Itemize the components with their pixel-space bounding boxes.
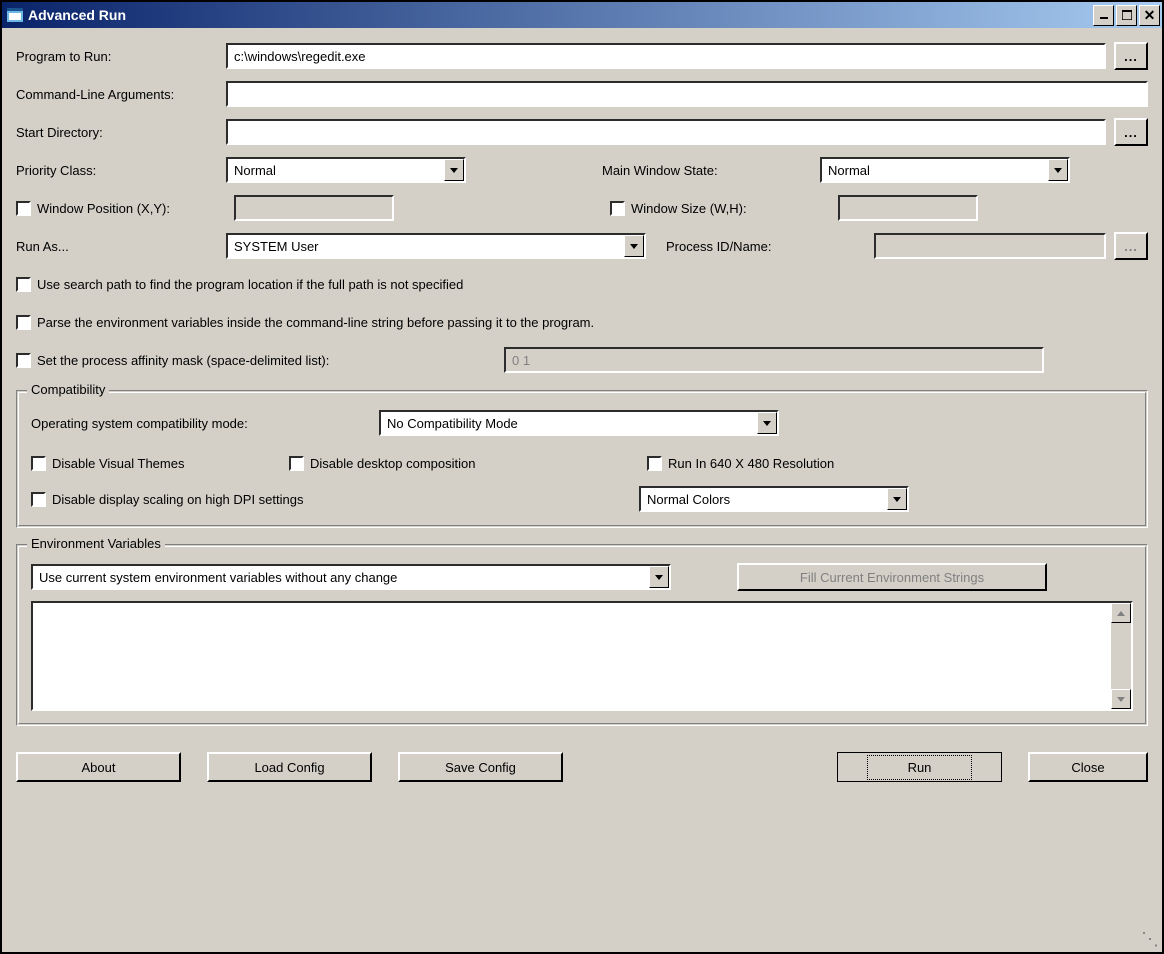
compatmode-select[interactable]: No Compatibility Mode [379, 410, 779, 436]
envvars-legend: Environment Variables [27, 536, 165, 551]
procid-browse-button: ... [1114, 232, 1148, 260]
bottom-button-bar: About Load Config Save Config Run Close [16, 736, 1148, 782]
disabledpi-checkbox[interactable]: Disable display scaling on high DPI sett… [31, 492, 631, 507]
checkbox-icon [16, 277, 31, 292]
program-label: Program to Run: [16, 49, 218, 64]
scroll-up-button[interactable] [1111, 603, 1131, 623]
startdir-label: Start Directory: [16, 125, 218, 140]
compatibility-legend: Compatibility [27, 382, 109, 397]
searchpath-checkbox[interactable]: Use search path to find the program loca… [16, 277, 463, 292]
checkbox-icon [31, 456, 46, 471]
affinity-checkbox[interactable]: Set the process affinity mask (space-del… [16, 353, 496, 368]
winstate-label: Main Window State: [602, 163, 812, 178]
close-button[interactable]: ✕ [1139, 5, 1160, 26]
titlebar: Advanced Run ✕ [2, 2, 1162, 28]
scroll-down-button[interactable] [1111, 689, 1131, 709]
checkbox-icon [16, 315, 31, 330]
envmode-select[interactable]: Use current system environment variables… [31, 564, 671, 590]
winpos-input [234, 195, 394, 221]
window: Advanced Run ✕ Program to Run: ... Comma… [0, 0, 1164, 954]
priority-label: Priority Class: [16, 163, 218, 178]
envvars-textarea[interactable] [31, 601, 1133, 711]
priority-value: Normal [228, 163, 444, 178]
chevron-down-icon [757, 412, 777, 434]
winstate-select[interactable]: Normal [820, 157, 1070, 183]
checkbox-icon [16, 201, 31, 216]
checkbox-icon [31, 492, 46, 507]
winpos-checkbox[interactable]: Window Position (X,Y): [16, 201, 226, 216]
parseenv-label: Parse the environment variables inside t… [37, 315, 594, 330]
maximize-button[interactable] [1116, 5, 1137, 26]
compatmode-label: Operating system compatibility mode: [31, 416, 371, 431]
envmode-value: Use current system environment variables… [33, 570, 649, 585]
program-browse-button[interactable]: ... [1114, 42, 1148, 70]
fillenv-button: Fill Current Environment Strings [737, 563, 1047, 591]
chevron-down-icon [1048, 159, 1068, 181]
startdir-input[interactable] [226, 119, 1106, 145]
procid-input [874, 233, 1106, 259]
chevron-down-icon [624, 235, 644, 257]
run640-checkbox[interactable]: Run In 640 X 480 Resolution [647, 456, 834, 471]
affinity-label: Set the process affinity mask (space-del… [37, 353, 329, 368]
colors-value: Normal Colors [641, 492, 887, 507]
winsize-label: Window Size (W,H): [631, 201, 747, 216]
chevron-down-icon [649, 566, 669, 588]
disablecomp-label: Disable desktop composition [310, 456, 475, 471]
titlebar-buttons: ✕ [1093, 5, 1160, 26]
run-button[interactable]: Run [837, 752, 1002, 782]
procid-label: Process ID/Name: [666, 239, 866, 254]
disabledpi-label: Disable display scaling on high DPI sett… [52, 492, 303, 507]
disablecomp-checkbox[interactable]: Disable desktop composition [289, 456, 639, 471]
saveconfig-button[interactable]: Save Config [398, 752, 563, 782]
about-button[interactable]: About [16, 752, 181, 782]
run640-label: Run In 640 X 480 Resolution [668, 456, 834, 471]
chevron-down-icon [887, 488, 907, 510]
args-label: Command-Line Arguments: [16, 87, 218, 102]
runas-label: Run As... [16, 239, 218, 254]
searchpath-label: Use search path to find the program loca… [37, 277, 463, 292]
args-input[interactable] [226, 81, 1148, 107]
resize-grip[interactable] [1143, 933, 1159, 949]
startdir-browse-button[interactable]: ... [1114, 118, 1148, 146]
affinity-input [504, 347, 1044, 373]
disablethemes-checkbox[interactable]: Disable Visual Themes [31, 456, 281, 471]
winpos-label: Window Position (X,Y): [37, 201, 170, 216]
parseenv-checkbox[interactable]: Parse the environment variables inside t… [16, 315, 594, 330]
content-area: Program to Run: ... Command-Line Argumen… [2, 28, 1162, 952]
chevron-down-icon [444, 159, 464, 181]
checkbox-icon [610, 201, 625, 216]
app-icon [6, 7, 24, 23]
compatmode-value: No Compatibility Mode [381, 416, 757, 431]
minimize-button[interactable] [1093, 5, 1114, 26]
window-title: Advanced Run [28, 7, 1093, 23]
checkbox-icon [647, 456, 662, 471]
colors-select[interactable]: Normal Colors [639, 486, 909, 512]
winsize-input [838, 195, 978, 221]
compatibility-group: Compatibility Operating system compatibi… [16, 390, 1148, 528]
winsize-checkbox[interactable]: Window Size (W,H): [610, 201, 830, 216]
checkbox-icon [16, 353, 31, 368]
runas-value: SYSTEM User [228, 239, 624, 254]
scrollbar[interactable] [1111, 603, 1131, 709]
program-input[interactable] [226, 43, 1106, 69]
loadconfig-button[interactable]: Load Config [207, 752, 372, 782]
priority-select[interactable]: Normal [226, 157, 466, 183]
envvars-group: Environment Variables Use current system… [16, 544, 1148, 726]
checkbox-icon [289, 456, 304, 471]
close-button-bottom[interactable]: Close [1028, 752, 1148, 782]
runas-select[interactable]: SYSTEM User [226, 233, 646, 259]
disablethemes-label: Disable Visual Themes [52, 456, 184, 471]
winstate-value: Normal [822, 163, 1048, 178]
